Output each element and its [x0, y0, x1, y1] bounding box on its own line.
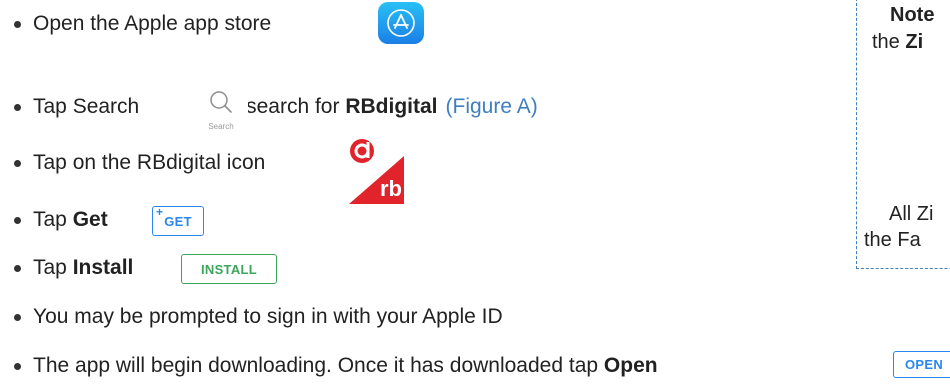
step-text: Open the Apple app store — [33, 12, 272, 35]
get-button[interactable]: + GET — [152, 205, 204, 236]
step-text: Tap on the RBdigital icon — [33, 151, 266, 174]
get-button-label: GET — [164, 213, 192, 229]
bullet — [14, 216, 21, 224]
note-title-text: Note — [890, 4, 935, 26]
note-line-2-text: the — [872, 31, 900, 53]
step-search: Tap Search and search for RBdigital (Fig… — [14, 91, 538, 123]
step-open-app-store: Open the Apple app store — [14, 8, 271, 40]
note-line-4: the Fa — [864, 229, 921, 251]
step-tap-rbdigital: Tap on the RBdigital icon — [14, 147, 265, 179]
bullet — [14, 159, 21, 167]
step-tap-install: Tap Install — [14, 252, 133, 284]
rbdigital-icon: rb — [347, 136, 404, 204]
step-bold: Install — [72, 256, 134, 279]
search-caption: Search — [208, 122, 234, 131]
note-line-3: All Zi — [889, 203, 934, 225]
bullet — [14, 362, 21, 370]
step-open-app: The app will begin downloading. Once it … — [14, 350, 658, 382]
step-text: The app will begin downloading. Once it … — [33, 354, 599, 377]
step-bold: RBdigital — [345, 95, 438, 118]
step-tap-get: Tap Get — [14, 204, 108, 236]
bullet — [14, 103, 21, 111]
install-button-label: INSTALL — [200, 261, 258, 277]
step-bold: Get — [72, 208, 108, 231]
bullet — [14, 20, 21, 28]
rb-caption: rb — [380, 176, 402, 201]
install-button[interactable]: INSTALL — [181, 254, 277, 284]
note-line-2: the Zi — [872, 31, 923, 54]
step-text: Tap — [33, 208, 67, 231]
app-store-icon — [378, 2, 424, 44]
bullet — [14, 264, 21, 272]
bullet — [14, 313, 21, 321]
search-icon: Search — [194, 83, 248, 133]
step-text: Tap — [33, 256, 67, 279]
open-button-label: OPEN — [904, 357, 944, 372]
step-text: You may be prompted to sign in with your… — [33, 305, 503, 328]
open-button[interactable]: OPEN — [893, 351, 950, 378]
step-text: Tap Search — [33, 95, 140, 118]
figure-a-link[interactable]: (Figure A) — [446, 95, 538, 119]
step-sign-in: You may be prompted to sign in with your… — [14, 301, 503, 333]
note-line-2-bold: Zi — [905, 31, 924, 53]
plus-icon: + — [156, 205, 164, 219]
step-bold: Open — [603, 354, 658, 377]
note-title: Note — [890, 4, 934, 27]
